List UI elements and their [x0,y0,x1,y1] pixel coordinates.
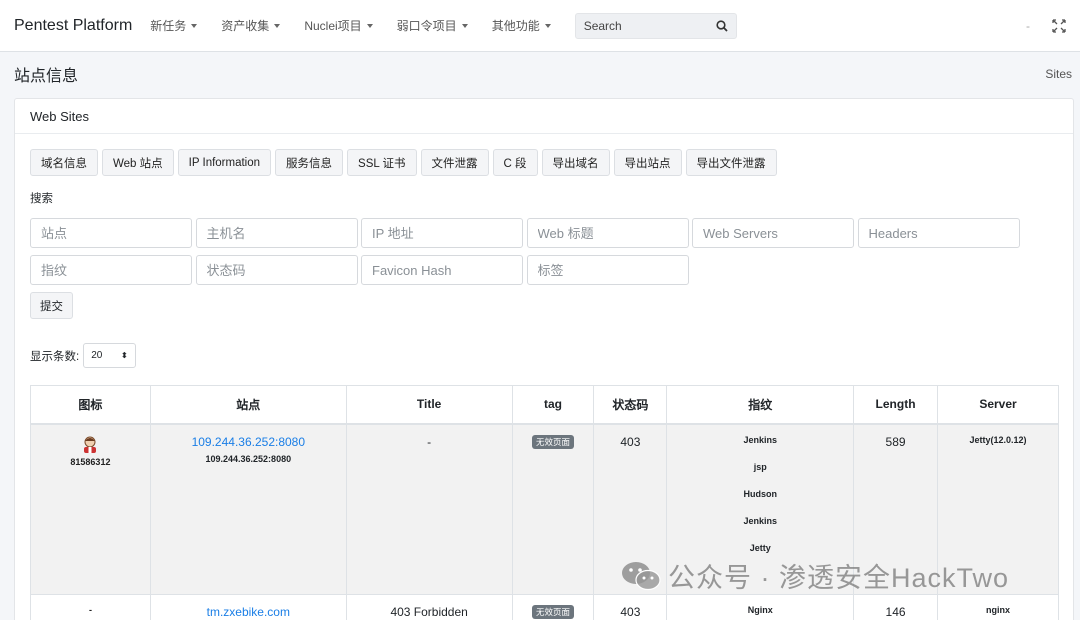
search-box [574,12,737,39]
title-cell: 403 Forbidden [345,594,513,620]
web-site-button[interactable]: Web 站点 [102,149,174,176]
export-file-leak-button[interactable]: 导出文件泄露 [685,149,777,176]
service-info-button[interactable]: 服务信息 [275,149,344,176]
action-buttons: 域名信息 Web 站点 IP Information 服务信息 SSL 证书 文… [30,149,1058,176]
web-sites-card: Web Sites 域名信息 Web 站点 IP Information 服务信… [14,98,1074,620]
menu-nuclei-project[interactable]: Nuclei项目 [304,17,373,34]
ip-address-field[interactable] [361,218,523,248]
file-leak-button[interactable]: 文件泄露 [420,149,489,176]
status-code-field[interactable] [195,255,358,285]
page-size-value: 20 [91,350,103,361]
fingerprint-item: jsp [753,461,767,472]
search-input[interactable] [583,18,704,33]
site-field[interactable] [30,218,192,248]
status-badge: 无效页面 [531,605,574,619]
status-badge: 无效页面 [531,434,574,449]
menu-weak-password-project[interactable]: 弱口令项目 [397,17,468,34]
icon-cell: 81586312 [30,423,151,595]
site-link[interactable]: 109.244.36.252:8080 [151,435,346,449]
fingerprint-item: Jenkins [743,434,777,445]
fingerprint-item: Hudson [743,488,777,499]
table-row: - tm.zxebike.com 403 Forbidden 无效页面 403 … [30,594,1059,620]
chevron-down-icon [274,23,281,28]
search-label: 搜索 [30,193,53,205]
c-segment-button[interactable]: C 段 [492,149,538,176]
headers-field[interactable] [857,218,1020,248]
menu-other-functions[interactable]: 其他功能 [492,17,551,34]
card-title: Web Sites [15,99,1073,134]
submit-button[interactable]: 提交 [30,292,73,319]
page-size-control: 显示条数: 20 ⬍ [30,343,1058,368]
web-servers-field[interactable] [692,218,854,248]
watermark: 公众号 · 渗透安全HackTwo [620,556,1009,595]
column-header-fingerprint[interactable]: 指纹 [666,385,855,425]
ip-information-button[interactable]: IP Information [177,149,272,176]
column-header-status[interactable]: 状态码 [593,385,668,425]
chevron-down-icon [544,23,551,28]
column-header-tag[interactable]: tag [511,385,595,425]
table-header-row: 图标 站点 Title tag 状态码 指纹 Length Server [30,385,1059,425]
chevron-down-icon [461,23,468,28]
export-domains-button[interactable]: 导出域名 [541,149,610,176]
search-form [30,218,1024,285]
tag-cell: 无效页面 [511,423,595,595]
fingerprint-item: Jenkins [743,515,777,526]
icon-cell: - [30,594,151,620]
chevron-down-icon [191,23,198,28]
fingerprint-cell: Nginx [666,594,855,620]
column-header-icon[interactable]: 图标 [30,385,151,425]
length-cell: 146 [853,594,939,620]
fingerprint-item: Nginx [747,605,773,615]
server-cell: nginx [937,594,1059,620]
favicon-hash-field[interactable] [361,255,523,285]
site-subtext: 109.244.36.252:8080 [205,453,292,464]
card-body: 域名信息 Web 站点 IP Information 服务信息 SSL 证书 文… [15,134,1073,368]
column-header-length[interactable]: Length [853,385,939,425]
export-sites-button[interactable]: 导出站点 [613,149,682,176]
site-link[interactable]: tm.zxebike.com [151,605,346,619]
search-icon[interactable] [716,19,728,32]
hostname-field[interactable] [195,218,358,248]
top-navbar: Pentest Platform 新任务 资产收集 Nuclei项目 弱口令项目… [0,0,1080,52]
icon-hash: 81586312 [70,456,111,467]
menu-asset-collection[interactable]: 资产收集 [221,17,281,34]
collapse-button[interactable]: - [1026,19,1030,33]
page-header: 站点信息 Sites [0,52,1080,96]
page-title: 站点信息 [14,68,79,85]
column-header-site[interactable]: 站点 [149,385,347,425]
title-cell: - [345,423,513,595]
domain-info-button[interactable]: 域名信息 [30,149,98,176]
watermark-text: 公众号 · 渗透安全HackTwo [668,563,1010,593]
brand[interactable]: Pentest Platform [14,17,132,35]
navbar-right: - [1026,19,1066,33]
web-title-field[interactable] [526,218,689,248]
tag-cell: 无效页面 [511,594,595,620]
ssl-cert-button[interactable]: SSL 证书 [347,149,417,176]
site-cell: 109.244.36.252:8080 109.244.36.252:8080 [149,423,347,595]
site-cell: tm.zxebike.com [149,594,347,620]
tag-field[interactable] [526,255,689,285]
fingerprint-item: Jetty [749,542,771,553]
chevron-down-icon [366,23,373,28]
updown-icon: ⬍ [120,350,129,360]
jenkins-favicon-icon [84,436,97,453]
menu-new-task[interactable]: 新任务 [150,17,198,34]
page-size-select[interactable]: 20 ⬍ [83,343,137,368]
breadcrumb[interactable]: Sites [1045,67,1072,81]
wechat-icon [622,561,661,590]
fullscreen-icon[interactable] [1052,18,1066,33]
status-code-cell: 403 [593,594,668,620]
page-size-label: 显示条数: [30,350,80,363]
column-header-title[interactable]: Title [345,385,513,425]
fingerprint-field[interactable] [30,255,192,285]
column-header-server[interactable]: Server [937,385,1059,425]
